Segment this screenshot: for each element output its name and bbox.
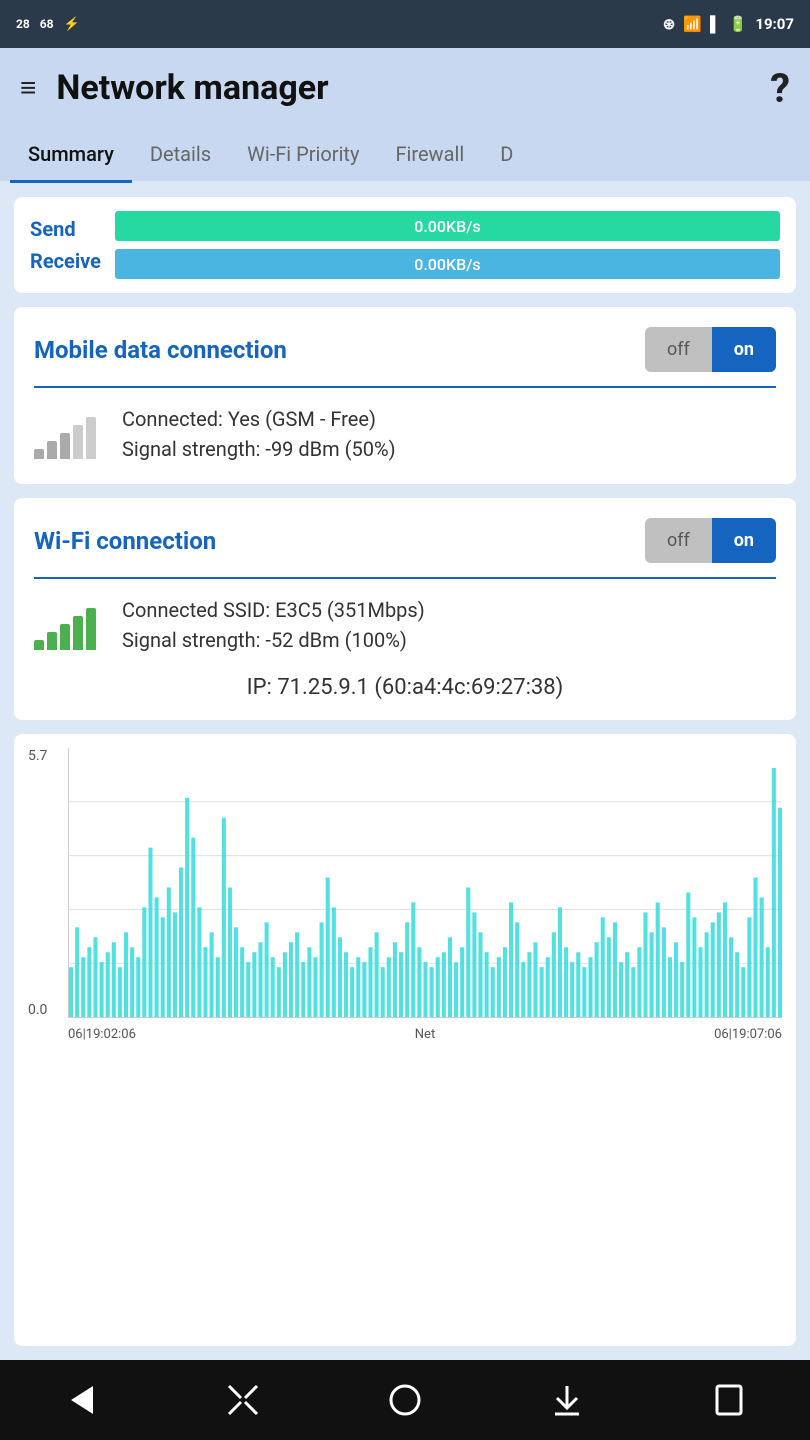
wifi-card: Wi-Fi connection off on Connected SSID: …: [14, 498, 796, 720]
wifi-signal-text: Connected SSID: E3C5 (351Mbps) Signal st…: [122, 595, 776, 655]
status-right-icons: ⊛ 📶 ▌ 🔋 19:07: [663, 15, 794, 33]
chart-x-labels: 06|19:02:06 Net 06|19:07:06: [68, 1020, 782, 1048]
chart-x-start: 06|19:02:06: [68, 1027, 136, 1042]
status-icon-2g: 28: [16, 17, 30, 31]
mobile-status-line1: Connected: Yes (GSM - Free): [122, 404, 776, 434]
speed-labels: Send Receive: [30, 217, 101, 273]
menu-button[interactable]: ≡: [20, 74, 36, 102]
send-label: Send: [30, 217, 101, 241]
wifi-ip-line: IP: 71.25.9.1 (60:a4:4c:69:27:38): [34, 665, 776, 700]
status-icon-usb: ⚡: [64, 17, 80, 32]
recents-icon: [711, 1382, 747, 1418]
mobile-signal-text: Connected: Yes (GSM - Free) Signal stren…: [122, 404, 776, 464]
chart-y-min: 0.0: [28, 1002, 47, 1018]
tab-bar: Summary Details Wi-Fi Priority Firewall …: [0, 128, 810, 183]
status-icon-4g: 68: [40, 17, 54, 31]
speed-card: Send Receive 0.00KB/s 0.00KB/s: [14, 197, 796, 293]
mobile-signal-icon: [34, 409, 104, 459]
send-bar: 0.00KB/s: [115, 211, 780, 241]
back-icon: [63, 1382, 99, 1418]
chart-area: [68, 748, 782, 1018]
tab-summary[interactable]: Summary: [10, 128, 132, 183]
wifi-status-line1: Connected SSID: E3C5 (351Mbps): [122, 595, 776, 625]
download-button[interactable]: [529, 1372, 605, 1428]
chart-x-end: 06|19:07:06: [714, 1027, 782, 1042]
tab-wifi-priority[interactable]: Wi-Fi Priority: [229, 128, 377, 183]
back-button[interactable]: [43, 1372, 119, 1428]
time-display: 19:07: [755, 15, 794, 33]
chart-card: 5.7 0.0: [14, 734, 796, 1346]
home-button[interactable]: [367, 1372, 443, 1428]
mobile-data-card: Mobile data connection off on Connected:…: [14, 307, 796, 484]
recents-button[interactable]: [691, 1372, 767, 1428]
page-title: Network manager: [56, 68, 328, 108]
tab-details[interactable]: Details: [132, 128, 229, 183]
battery-icon: 🔋: [729, 15, 748, 33]
receive-bar: 0.00KB/s: [115, 249, 780, 279]
wifi-title: Wi-Fi connection: [34, 527, 216, 555]
help-button[interactable]: ?: [770, 65, 790, 112]
speed-bars: 0.00KB/s 0.00KB/s: [115, 211, 780, 279]
mobile-toggle-off[interactable]: off: [645, 327, 712, 372]
mobile-toggle-on[interactable]: on: [712, 327, 776, 372]
wifi-toggle-off[interactable]: off: [645, 518, 712, 563]
download-icon: [549, 1382, 585, 1418]
signal-icon: ▌: [710, 15, 721, 33]
wifi-status-line2: Signal strength: -52 dBm (100%): [122, 625, 776, 655]
status-bar: 28 68 ⚡ ⊛ 📶 ▌ 🔋 19:07: [0, 0, 810, 48]
collapse-button[interactable]: [205, 1372, 281, 1428]
status-left-icons: 28 68 ⚡: [16, 17, 80, 32]
mobile-data-toggle[interactable]: off on: [645, 327, 776, 372]
tab-more[interactable]: D: [482, 128, 531, 183]
navigation-bar: [0, 1360, 810, 1440]
chart-net-label: Net: [415, 1027, 435, 1042]
wifi-toggle-on[interactable]: on: [712, 518, 776, 563]
wifi-info: Connected SSID: E3C5 (351Mbps) Signal st…: [34, 595, 776, 655]
mobile-data-title: Mobile data connection: [34, 336, 287, 364]
chart-container: 5.7 0.0: [28, 748, 782, 1048]
chart-y-max: 5.7: [28, 748, 47, 764]
tab-firewall[interactable]: Firewall: [377, 128, 482, 183]
header: ≡ Network manager ?: [0, 48, 810, 128]
wifi-toggle[interactable]: off on: [645, 518, 776, 563]
main-content: Send Receive 0.00KB/s 0.00KB/s Mobile da…: [0, 183, 810, 1360]
mobile-status-line2: Signal strength: -99 dBm (50%): [122, 434, 776, 464]
wifi-icon: 📶: [683, 15, 702, 33]
mobile-data-info: Connected: Yes (GSM - Free) Signal stren…: [34, 404, 776, 464]
bluetooth-icon: ⊛: [663, 15, 676, 33]
receive-label: Receive: [30, 249, 101, 273]
wifi-signal-icon: [34, 600, 104, 650]
home-icon: [387, 1382, 423, 1418]
chart-svg: [69, 748, 782, 1017]
collapse-icon: [225, 1382, 261, 1418]
